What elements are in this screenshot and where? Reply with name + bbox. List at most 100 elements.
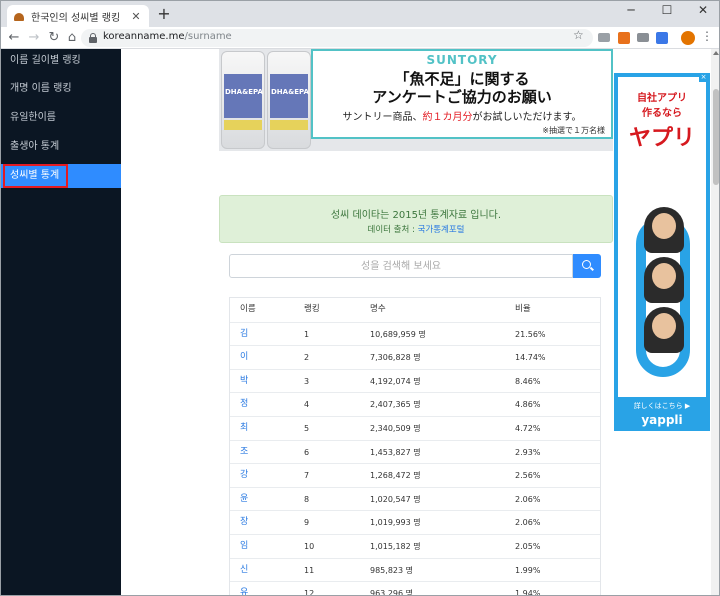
surname-link[interactable]: 정: [240, 393, 248, 416]
count-cell: 2,340,509 명: [370, 423, 421, 433]
surname-link[interactable]: 윤: [240, 488, 248, 511]
table-row: 장 9 1,019,993 명 2.06%: [230, 510, 600, 534]
table-row: 윤 8 1,020,547 명 2.06%: [230, 486, 600, 511]
ad-note: ※抽選で１万名様: [542, 126, 605, 135]
reload-icon[interactable]: ↻: [45, 29, 63, 47]
sidebar-item-name-length-ranking[interactable]: 이름 길이별 랭킹: [1, 49, 121, 73]
count-cell: 1,020,547 명: [370, 494, 421, 504]
new-tab-button[interactable]: +: [155, 5, 173, 23]
table-header: 이름 랭킹 명수 비율: [230, 298, 600, 322]
search-button[interactable]: [573, 254, 601, 278]
surname-link[interactable]: 강: [240, 464, 248, 487]
surname-link[interactable]: 임: [240, 535, 248, 558]
count-cell: 985,823 명: [370, 565, 413, 575]
surname-search-input[interactable]: [230, 255, 572, 277]
ratio-cell: 4.72%: [515, 423, 541, 433]
table-row: 정 4 2,407,365 명 4.86%: [230, 392, 600, 416]
url-text: koreanname.me/surname: [103, 31, 232, 42]
tab-strip: 한국인의 성씨별 랭킹 ✕ + ─ ☐ ✕: [1, 1, 719, 27]
tab-title: 한국인의 성씨별 랭킹: [31, 12, 121, 24]
ratio-cell: 2.93%: [515, 447, 541, 457]
ad-headline-2: アンケートご協力のお願い: [372, 88, 552, 106]
surname-link[interactable]: 유: [240, 582, 248, 595]
source-link[interactable]: 국가통계포털: [418, 225, 465, 235]
notice-source: 데이터 출처 : 국가통계포털: [367, 225, 465, 235]
window-close-button[interactable]: ✕: [685, 1, 719, 21]
profile-avatar-icon[interactable]: [681, 31, 695, 45]
header-name: 이름: [240, 304, 256, 314]
side-ad[interactable]: 自社アプリ 作るなら ヤプリ 詳しくはこちら ▶ yappli ×: [614, 73, 710, 431]
rank-cell: 1: [304, 329, 310, 339]
side-ad-brand: yappli: [641, 413, 683, 427]
rank-cell: 10: [304, 541, 315, 551]
surname-link[interactable]: 조: [240, 441, 248, 464]
tab-close-icon[interactable]: ✕: [129, 10, 143, 23]
page-scrollbar[interactable]: [711, 49, 719, 595]
sidebar-item-unique-names[interactable]: 유일한이름: [1, 106, 121, 130]
table-row: 최 5 2,340,509 명 4.72%: [230, 415, 600, 440]
bookmark-star-icon[interactable]: ☆: [573, 28, 584, 42]
rank-cell: 3: [304, 376, 310, 386]
surname-link[interactable]: 장: [240, 511, 248, 534]
browser-menu-icon[interactable]: ⋮: [701, 29, 713, 43]
rank-cell: 11: [304, 565, 315, 575]
surname-link[interactable]: 박: [240, 370, 248, 393]
extension-tag-icon[interactable]: [637, 33, 649, 42]
ratio-cell: 2.06%: [515, 518, 541, 528]
product-bottle-image: DHA&EPA: [267, 51, 311, 149]
count-cell: 10,689,959 명: [370, 329, 426, 339]
site-favicon-icon: [13, 10, 25, 22]
rank-cell: 4: [304, 400, 310, 410]
extension-orange-icon[interactable]: [618, 32, 630, 44]
url-path: /surname: [184, 31, 232, 42]
extension-translate-icon[interactable]: [656, 32, 668, 44]
browser-tab[interactable]: 한국인의 성씨별 랭킹 ✕: [7, 5, 149, 27]
header-count: 명수: [370, 304, 386, 314]
window-minimize-button[interactable]: ─: [613, 1, 649, 21]
ratio-cell: 2.06%: [515, 494, 541, 504]
scrollbar-thumb[interactable]: [713, 89, 719, 185]
count-cell: 1,015,182 명: [370, 541, 421, 551]
rank-cell: 12: [304, 589, 315, 596]
surname-table: 이름 랭킹 명수 비율 김 1 10,689,959 명 21.56% 이 2 7,306,…: [229, 297, 601, 596]
count-cell: 1,453,827 명: [370, 447, 421, 457]
forward-icon[interactable]: →: [25, 29, 43, 47]
home-icon[interactable]: ⌂: [63, 29, 81, 47]
rank-cell: 5: [304, 423, 310, 433]
ratio-cell: 14.74%: [515, 353, 546, 363]
scroll-up-icon[interactable]: [713, 51, 719, 55]
surname-link[interactable]: 신: [240, 559, 248, 582]
count-cell: 7,306,828 명: [370, 353, 421, 363]
surname-link[interactable]: 최: [240, 417, 248, 440]
ad-card[interactable]: SUNTORY 「魚不足」に関する アンケートご協力のお願い サントリー商品、約…: [311, 49, 613, 139]
ad-subtitle: サントリー商品、約１カ月分がお試しいただけます。: [342, 112, 582, 123]
sidebar-item-renamed-names[interactable]: 개명 이름 랭킹: [1, 77, 121, 101]
surname-link[interactable]: 김: [240, 323, 248, 346]
back-icon[interactable]: ←: [5, 29, 23, 47]
address-bar[interactable]: koreanname.me/surname: [81, 29, 593, 47]
product-bottle-image: DHA&EPA: [221, 51, 265, 149]
ad-close-icon[interactable]: ×: [699, 73, 708, 82]
person-image: [644, 257, 684, 303]
surname-link[interactable]: 이: [240, 346, 248, 369]
extension-cast-icon[interactable]: [598, 33, 610, 42]
ratio-cell: 1.94%: [515, 589, 541, 596]
side-ad-more-link[interactable]: 詳しくはこちら ▶: [614, 401, 710, 411]
person-image: [644, 207, 684, 253]
sidebar-item-birth-stats[interactable]: 출생아 통계: [1, 135, 121, 159]
count-cell: 963,296 명: [370, 589, 413, 596]
highlight-box: [3, 164, 68, 188]
ratio-cell: 4.86%: [515, 400, 541, 410]
data-notice: 성씨 데이타는 2015년 통계자료 입니다. 데이터 출처 : 국가통계포털: [219, 195, 613, 243]
banner-ad[interactable]: DHA&EPA DHA&EPA SUNTORY 「魚不足」に関する アンケートご…: [219, 49, 613, 151]
page: 이름 길이별 랭킹 개명 이름 랭킹 유일한이름 출생아 통계 성씨별 통계 D…: [1, 49, 719, 596]
table-row: 강 7 1,268,472 명 2.56%: [230, 463, 600, 487]
side-ad-line1: 自社アプリ 作るなら: [637, 93, 687, 119]
ratio-cell: 8.46%: [515, 376, 541, 386]
lock-icon: [89, 33, 97, 43]
rank-cell: 8: [304, 494, 310, 504]
window-maximize-button[interactable]: ☐: [649, 1, 685, 21]
rank-cell: 9: [304, 518, 310, 528]
ratio-cell: 2.56%: [515, 471, 541, 481]
main-content: DHA&EPA DHA&EPA SUNTORY 「魚不足」に関する アンケートご…: [121, 49, 711, 596]
